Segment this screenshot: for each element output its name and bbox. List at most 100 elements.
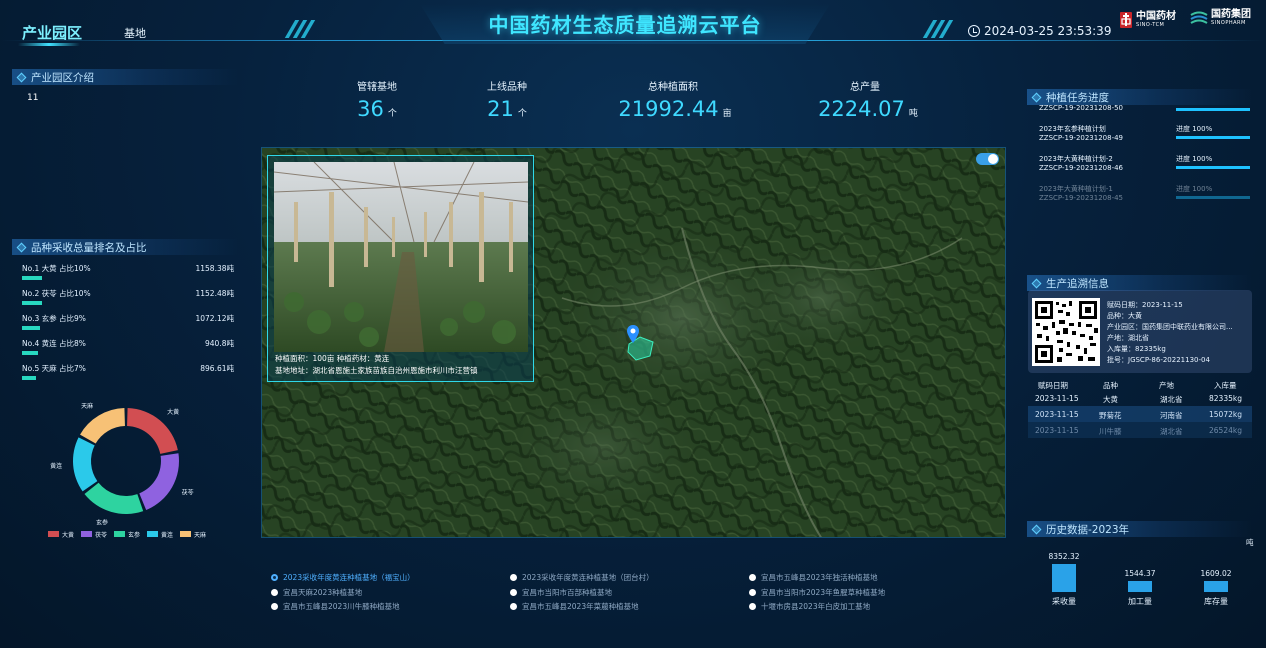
- table-row[interactable]: 2023-11-15 野菊花 河南省 15072kg: [1028, 406, 1252, 422]
- base-item[interactable]: 宜昌天麻2023种植基地: [271, 587, 362, 598]
- diamond-icon: [16, 72, 27, 82]
- task-code: ZZSCP-19-20231208-49: [1039, 134, 1124, 142]
- donut-slice-1[interactable]: [139, 453, 179, 511]
- stat-unit: 个: [387, 109, 397, 119]
- stat-number: 21: [487, 97, 514, 121]
- legend-swatch[interactable]: [147, 531, 158, 537]
- ranking-title-text: 品种采收总量排名及占比: [31, 241, 147, 254]
- stat-label-varieties: 上线品种: [487, 82, 527, 93]
- base-label: 宜昌市五峰县2023年菜菔种植基地: [522, 602, 639, 611]
- top-bar: 中国药材生态质量追溯云平台 产业园区 基地 2024-03-25 23:53:3…: [0, 0, 1266, 50]
- trace-origin: 产地：湖北省: [1107, 334, 1149, 342]
- trace-storage: 入库量：82335kg: [1107, 345, 1166, 353]
- greenhouse-photo: [274, 162, 528, 352]
- rank-row: No.5 天麻 占比7% 896.61吨: [22, 363, 234, 380]
- table-row[interactable]: 2023-11-15 川牛膝 湖北省 26524kg: [1028, 422, 1252, 438]
- base-item[interactable]: 2023采收年度黄连种植基地（福宝山）: [271, 572, 415, 583]
- sinopharm-sub: SINOPHARM: [1211, 20, 1246, 26]
- tab-industrial-park[interactable]: 产业园区: [22, 22, 82, 43]
- legend-swatch[interactable]: [48, 531, 59, 537]
- photo-caption-address: 基地地址：湖北省恩施土家族苗族自治州恩施市利川市汪营镇: [275, 366, 478, 375]
- map-layer-toggle[interactable]: [976, 153, 999, 165]
- task-code: ZZSCP-19-20231208-50: [1039, 104, 1124, 112]
- radio-dot: [749, 574, 756, 581]
- legend-swatch[interactable]: [114, 531, 125, 537]
- rank-label: No.5 天麻 占比7%: [22, 364, 86, 373]
- rank-row: No.4 黄连 占比8% 940.8吨: [22, 338, 234, 355]
- rank-value: 1158.38吨: [195, 264, 234, 273]
- qr-code-icon[interactable]: [1032, 298, 1100, 366]
- diamond-icon: [16, 242, 27, 252]
- base-label: 宜昌市五峰县2023年独活种植基地: [761, 573, 878, 582]
- donut-slice-3[interactable]: [72, 437, 98, 492]
- base-item[interactable]: 宜昌市五峰县2023川牛膝种植基地: [271, 601, 400, 612]
- legend-label[interactable]: 天麻: [194, 531, 206, 539]
- active-tab-underline: [18, 43, 80, 46]
- map-pin-icon[interactable]: [626, 324, 640, 344]
- history-bar[interactable]: [1128, 581, 1152, 592]
- legend-label[interactable]: 玄参: [128, 531, 140, 539]
- cell-origin: 湖北省: [1160, 395, 1183, 404]
- cell-storage: 15072kg: [1209, 410, 1242, 419]
- task-progress-text: 进度 100%: [1176, 125, 1213, 133]
- sino-tcm-icon: [1120, 12, 1132, 28]
- base-item[interactable]: 宜昌市五峰县2023年独活种植基地: [749, 572, 878, 583]
- history-bar[interactable]: [1204, 581, 1228, 592]
- cell-variety: 野菊花: [1099, 411, 1122, 420]
- base-item[interactable]: 2023采收年度黄连种植基地（团台村）: [510, 572, 654, 583]
- intro-title-text: 产业园区介绍: [31, 71, 94, 84]
- sinopharm-icon: [1190, 11, 1208, 24]
- radio-dot: [271, 589, 278, 596]
- history-bar-label: 加工量: [1128, 597, 1152, 606]
- radio-dot: [749, 589, 756, 596]
- tab-base[interactable]: 基地: [124, 25, 146, 41]
- task-name: 2023年大黄种植计划-1: [1039, 185, 1113, 193]
- rank-bar: [22, 326, 40, 330]
- legend-swatch[interactable]: [180, 531, 191, 537]
- stat-value-varieties: 21 个: [442, 97, 572, 121]
- stat-number: 36: [357, 97, 384, 121]
- base-item[interactable]: 十堰市房县2023年白皮加工基地: [749, 601, 870, 612]
- base-item[interactable]: 宜昌市当阳市百部种植基地: [510, 587, 612, 598]
- cell-origin: 湖北省: [1160, 427, 1183, 436]
- history-bar-value: 1544.37: [1124, 569, 1156, 578]
- stat-label-bases: 管辖基地: [357, 82, 397, 93]
- base-item[interactable]: 宜昌市当阳市2023年鱼腥草种植基地: [749, 587, 885, 598]
- stat-value-area: 21992.44 亩: [610, 97, 740, 121]
- task-list[interactable]: ZZSCP-19-20231208-50 2023年玄参种植计划 进度 100%…: [1027, 103, 1252, 206]
- clock-icon: [968, 25, 980, 37]
- stat-value-output: 2224.07 吨: [803, 97, 933, 121]
- table-row[interactable]: 2023-11-15 大黄 湖北省 82335kg: [1028, 390, 1252, 406]
- history-bar-label: 库存量: [1204, 597, 1228, 606]
- rank-bar: [22, 351, 38, 355]
- legend-swatch[interactable]: [81, 531, 92, 537]
- task-progress-bar: [1176, 136, 1250, 139]
- radio-dot: [510, 589, 517, 596]
- stat-label-output: 总产量: [850, 82, 880, 93]
- task-name: 2023年大黄种植计划-2: [1039, 155, 1113, 163]
- rank-bar: [22, 301, 42, 305]
- stat-unit: 个: [517, 109, 527, 119]
- diamond-icon: [1031, 524, 1042, 534]
- legend-label[interactable]: 茯苓: [95, 531, 107, 539]
- base-label: 宜昌市当阳市2023年鱼腥草种植基地: [761, 588, 886, 597]
- donut-slice-2[interactable]: [84, 482, 144, 514]
- donut-slice-4[interactable]: [80, 408, 125, 444]
- legend-label[interactable]: 黄连: [161, 531, 173, 539]
- right-stripes-decoration: [922, 20, 954, 38]
- photo-caption-area: 种植面积：100亩 种植药材：黄连: [275, 354, 390, 363]
- radio-dot: [510, 574, 517, 581]
- base-item[interactable]: 宜昌市五峰县2023年菜菔种植基地: [510, 601, 639, 612]
- history-bar[interactable]: [1052, 564, 1076, 592]
- cell-date: 2023-11-15: [1035, 410, 1079, 419]
- rank-value: 1072.12吨: [195, 314, 234, 323]
- diamond-icon: [1031, 278, 1042, 288]
- base-label: 宜昌天麻2023种植基地: [283, 588, 363, 597]
- diamond-icon: [1031, 92, 1042, 102]
- intro-text: 11: [27, 93, 39, 103]
- rank-bar: [22, 276, 42, 280]
- base-label: 宜昌市五峰县2023川牛膝种植基地: [283, 602, 400, 611]
- rank-label: No.2 茯苓 占比10%: [22, 289, 91, 298]
- base-label: 宜昌市当阳市百部种植基地: [522, 588, 612, 597]
- legend-label[interactable]: 大黄: [62, 531, 74, 539]
